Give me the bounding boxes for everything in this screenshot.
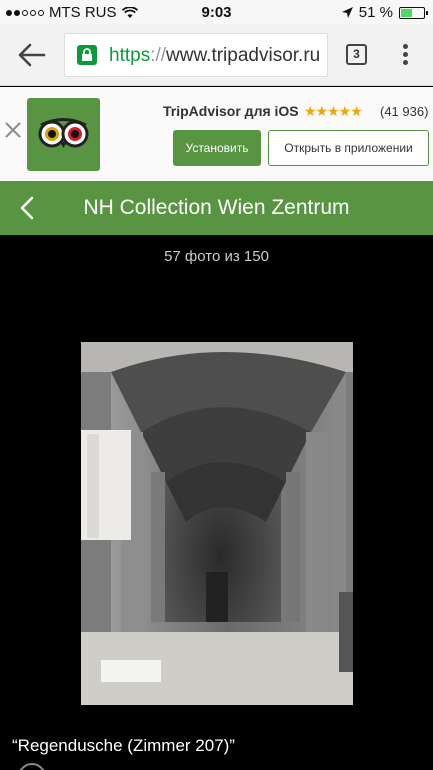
page-title: NH Collection Wien Zentrum: [83, 196, 350, 219]
tripadvisor-logo-icon: [27, 98, 100, 171]
user-avatar-icon[interactable]: [18, 763, 46, 770]
url-separator: ://: [150, 45, 167, 66]
battery-percent: 51 %: [358, 4, 393, 21]
app-banner: TripAdvisor для iOS ★★★★★ (41 936) Устан…: [0, 87, 433, 181]
install-button[interactable]: Установить: [173, 130, 261, 166]
status-right: 51 %: [341, 4, 428, 21]
open-in-app-button[interactable]: Открыть в приложении: [268, 130, 429, 166]
page-header: NH Collection Wien Zentrum: [0, 181, 433, 235]
address-bar[interactable]: https://www.tripadvisor.ru: [64, 33, 328, 77]
status-bar: MTS RUS 9:03 51 %: [0, 0, 433, 24]
back-arrow-icon[interactable]: [16, 41, 48, 69]
banner-app-title: TripAdvisor для iOS: [163, 103, 299, 119]
photo-counter: 57 фото из 150: [164, 248, 269, 265]
location-arrow-icon: [341, 7, 353, 18]
menu-icon[interactable]: [398, 44, 412, 68]
browser-toolbar: https://www.tripadvisor.ru 3: [0, 24, 433, 86]
url-scheme: https: [109, 45, 151, 66]
gallery-photo[interactable]: [81, 342, 353, 705]
url-text: https://www.tripadvisor.ru: [109, 45, 320, 67]
review-count: (41 936): [380, 104, 429, 119]
url-host: www.tripadvisor.ru: [166, 45, 321, 66]
photo-caption: “Regendusche (Zimmer 207)”: [12, 736, 235, 755]
tabs-button[interactable]: 3: [346, 44, 367, 65]
lock-icon: [77, 45, 97, 65]
close-icon[interactable]: [4, 121, 22, 139]
battery-icon: [399, 6, 428, 19]
rating-stars-icon: ★★★★★: [304, 103, 363, 119]
